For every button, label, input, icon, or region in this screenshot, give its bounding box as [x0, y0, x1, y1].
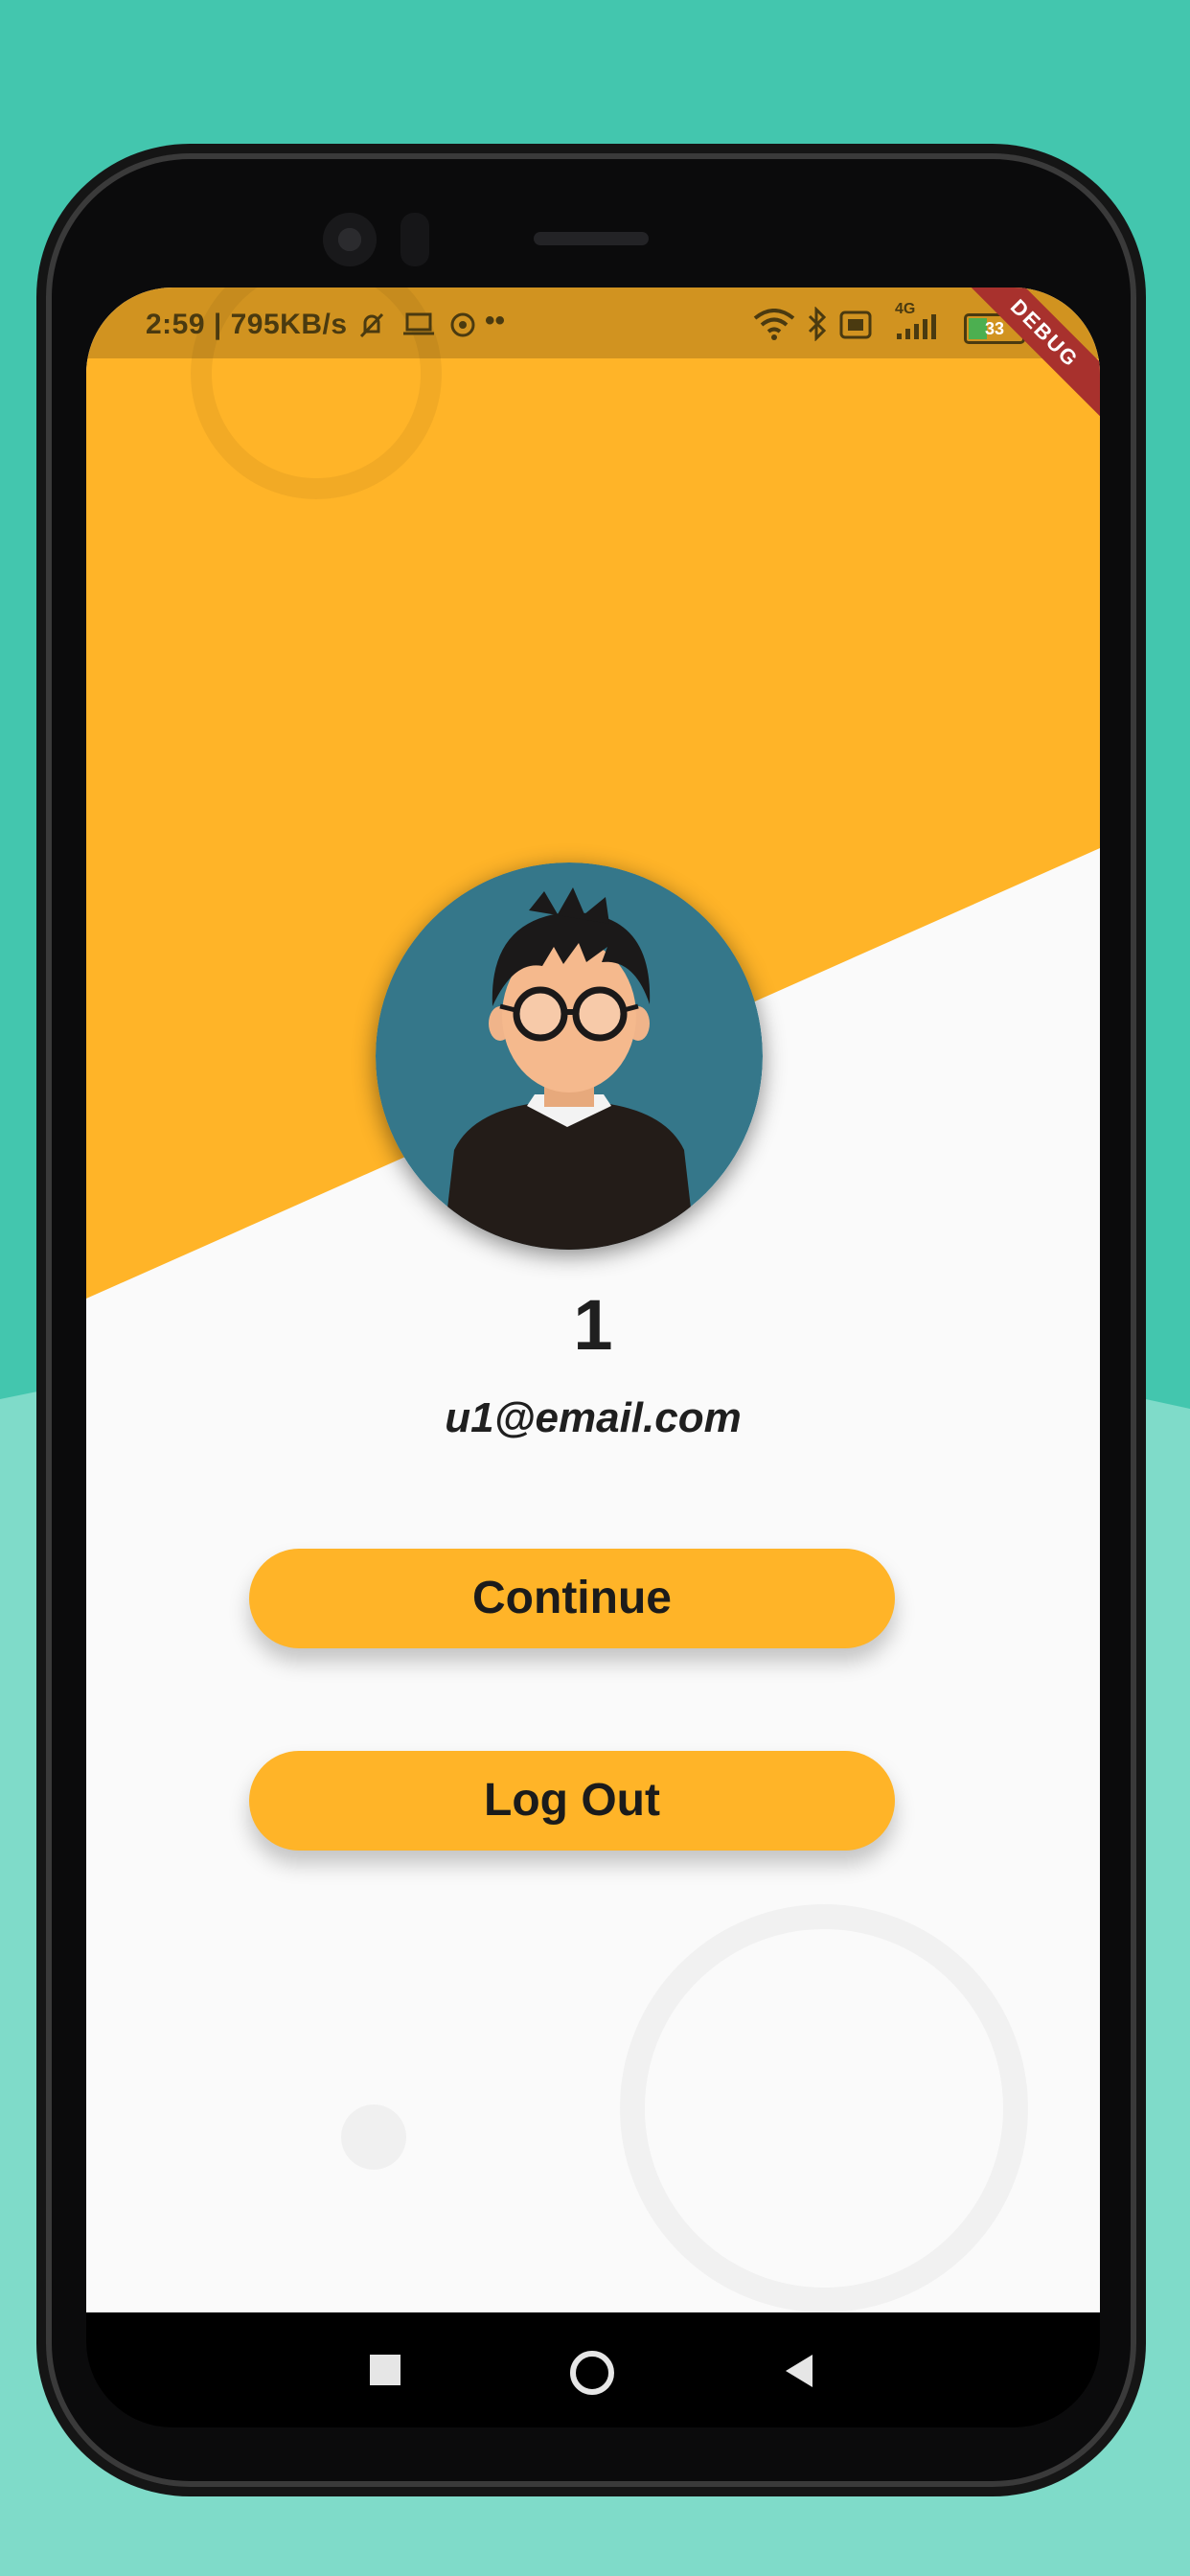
sensor-icon — [400, 213, 429, 266]
navigation-bar — [86, 2312, 1100, 2427]
back-icon[interactable] — [786, 2355, 812, 2387]
target-icon — [450, 312, 475, 337]
bell-off-icon — [359, 312, 384, 338]
avatar-illustration — [376, 862, 763, 1250]
earpiece-speaker — [534, 232, 649, 245]
volte-icon — [839, 310, 872, 339]
status-bar: 2:59 | 795KB/s •• 4G 33 — [86, 288, 1100, 358]
bluetooth-icon — [808, 307, 827, 341]
status-time: 2:59 | 795KB/s — [146, 309, 348, 340]
app-screen: 2:59 | 795KB/s •• 4G 33 DEBUG 1 u1@email… — [86, 288, 1100, 2312]
signal-icon — [897, 314, 936, 339]
continue-button[interactable]: Continue — [249, 1549, 895, 1648]
camera-icon — [323, 213, 377, 266]
home-icon[interactable] — [570, 2351, 614, 2395]
user-email: u1@email.com — [445, 1394, 742, 1441]
wifi-icon — [753, 309, 795, 340]
more-dots-icon: •• — [485, 305, 506, 336]
avatar — [376, 862, 763, 1250]
user-name: 1 — [573, 1285, 613, 1365]
laptop-icon — [403, 312, 434, 335]
recent-apps-icon[interactable] — [370, 2355, 400, 2385]
logout-button[interactable]: Log Out — [249, 1751, 895, 1851]
